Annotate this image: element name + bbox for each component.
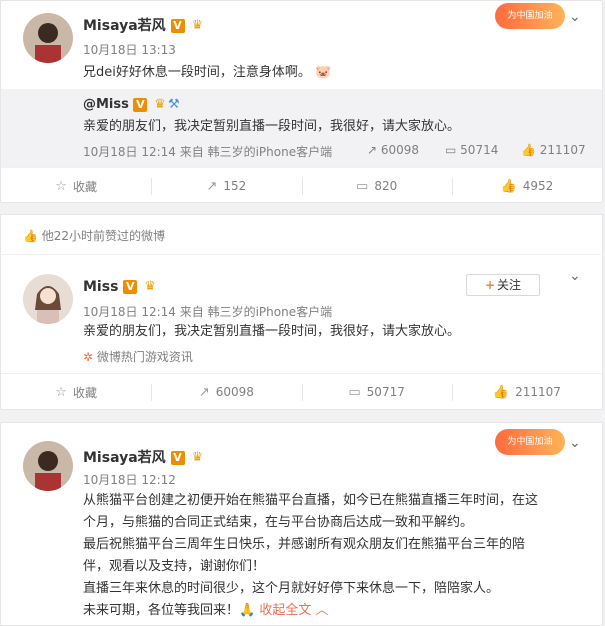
like-button[interactable]: 👍 211107 — [451, 374, 602, 410]
author-name[interactable]: Misaya若风 V ♛ — [83, 447, 205, 467]
crown-icon: ♛ — [144, 279, 156, 294]
thumbs-up-icon: 👍 — [492, 384, 510, 400]
comment-icon: ▭ — [445, 143, 457, 157]
repost-box: @Miss V ♛ ⚒ 亲爱的朋友们，我决定暂别直播一段时间，我很好，请大家放心。… — [1, 89, 602, 167]
star-icon: ☆ — [55, 178, 67, 194]
star-icon: ☆ — [55, 384, 67, 400]
post-text-line: 伴，观看以及支持，谢谢你们！ — [83, 559, 266, 574]
chevron-down-icon[interactable]: ⌄ — [569, 435, 581, 451]
comment-button[interactable]: ▭ 50717 — [301, 374, 452, 410]
comment-icon: ▭ — [356, 178, 369, 194]
share-icon: ↗ — [367, 143, 378, 157]
repost-text: 亲爱的朋友们，我决定暂别直播一段时间，我很好，请大家放心。 — [83, 119, 461, 134]
post-text-line: 从熊猫平台创建之初便开始在熊猫平台直播，如今已在熊猫直播三年时间，在这 — [83, 493, 539, 508]
avatar[interactable] — [23, 441, 73, 491]
pig-emoji-icon: 🐷 — [315, 65, 332, 80]
verified-icon: V — [170, 19, 185, 33]
like-button[interactable]: 👍 4952 — [451, 168, 602, 204]
chevron-down-icon[interactable]: ⌄ — [569, 9, 581, 25]
chevron-up-icon: ︿ — [315, 603, 329, 618]
favorite-button[interactable]: ☆ 收藏 — [1, 374, 151, 410]
post-meta[interactable]: 10月18日 12:14 来自 韩三岁的iPhone客户端 — [83, 303, 332, 320]
verified-icon: V — [123, 280, 138, 294]
chevron-down-icon[interactable]: ⌄ — [569, 268, 581, 284]
comment-icon: ▭ — [348, 384, 361, 400]
post-text-line: 最后祝熊猫平台三周年生日快乐，并感谢所有观众朋友们在熊猫平台三年的陪 — [83, 537, 526, 552]
repost-button[interactable]: ↗ 60098 — [151, 374, 301, 410]
share-icon: ↗ — [198, 384, 210, 400]
action-bar: ☆ 收藏 ↗ 152 ▭ 820 👍 4952 — [1, 167, 602, 204]
crown-icon: ♛ — [191, 18, 204, 33]
crown-icon: ♛ — [154, 96, 166, 112]
plus-icon: + — [484, 278, 496, 292]
feed-card-1: Misaya若风 V ♛ 为中国加油 ⌄ 10月18日 13:13 兄dei好好… — [0, 0, 603, 203]
feed-card-3: Misaya若风 V ♛ 为中国加油 ⌄ 10月18日 12:12 从熊猫平台创… — [0, 422, 603, 626]
author-name[interactable]: Misaya若风 V ♛ — [83, 15, 205, 35]
share-icon: ↗ — [206, 178, 218, 194]
repost-share-count[interactable]: ↗ 60098 — [367, 143, 419, 157]
collapse-link[interactable]: 收起全文 ︿ — [259, 603, 328, 618]
repost-meta[interactable]: 10月18日 12:14 来自 韩三岁的iPhone客户端 — [83, 143, 332, 160]
verified-icon: V — [170, 451, 185, 465]
post-text-line: 直播三年来休息的时间很少，这个月就好好停下来休息一下，陪陪家人。 — [83, 581, 500, 596]
crown-icon: ♛ — [191, 450, 204, 465]
avatar[interactable] — [23, 274, 73, 324]
clap-icon: 🙏 — [239, 603, 256, 618]
favorite-button[interactable]: ☆ 收藏 — [1, 168, 151, 204]
flower-icon: ✲ — [83, 350, 94, 364]
thumbs-up-icon: 👍 — [23, 229, 38, 243]
repost-button[interactable]: ↗ 152 — [151, 168, 301, 204]
sticker-badge: 为中国加油 — [495, 3, 565, 29]
action-bar: ☆ 收藏 ↗ 60098 ▭ 50717 👍 211107 — [1, 373, 602, 410]
post-text: 兄dei好好休息一段时间，注意身体啊。 🐷 — [83, 65, 332, 80]
comment-button[interactable]: ▭ 820 — [301, 168, 452, 204]
follow-button[interactable]: + 关注 — [466, 274, 540, 296]
thumbs-up-icon: 👍 — [521, 143, 536, 157]
repost-comment-count[interactable]: ▭ 50714 — [445, 143, 498, 157]
verified-icon: V — [133, 97, 148, 112]
post-time[interactable]: 10月18日 13:13 — [83, 41, 176, 58]
post-time[interactable]: 10月18日 12:12 — [83, 471, 176, 488]
gem-icon: ⚒ — [167, 97, 180, 112]
repost-like-count[interactable]: 👍 211107 — [521, 143, 586, 157]
post-text: 亲爱的朋友们，我决定暂别直播一段时间，我很好，请大家放心。 — [83, 324, 461, 339]
liked-notice-text: 他22小时前赞过的微博 — [41, 229, 166, 243]
post-text-line: 个月，与熊猫的合同正式结束，在与平台协商后达成一致和平解约。 — [83, 515, 474, 530]
liked-notice: 👍 他22小时前赞过的微博 — [0, 214, 603, 254]
post-text-line: 未来可期，各位等我回来！🙏 收起全文 ︿ — [83, 603, 329, 618]
feed-card-2: Miss V ♛ + 关注 ⌄ 10月18日 12:14 来自 韩三岁的iPhon… — [0, 254, 603, 410]
author-name[interactable]: Miss V ♛ — [83, 279, 158, 295]
repost-author[interactable]: @Miss V ♛ ⚒ — [83, 94, 180, 116]
sticker-badge: 为中国加油 — [495, 429, 565, 455]
avatar[interactable] — [23, 13, 73, 63]
thumbs-up-icon: 👍 — [500, 178, 517, 194]
source-tag[interactable]: ✲ 微博热门游戏资讯 — [83, 348, 193, 365]
